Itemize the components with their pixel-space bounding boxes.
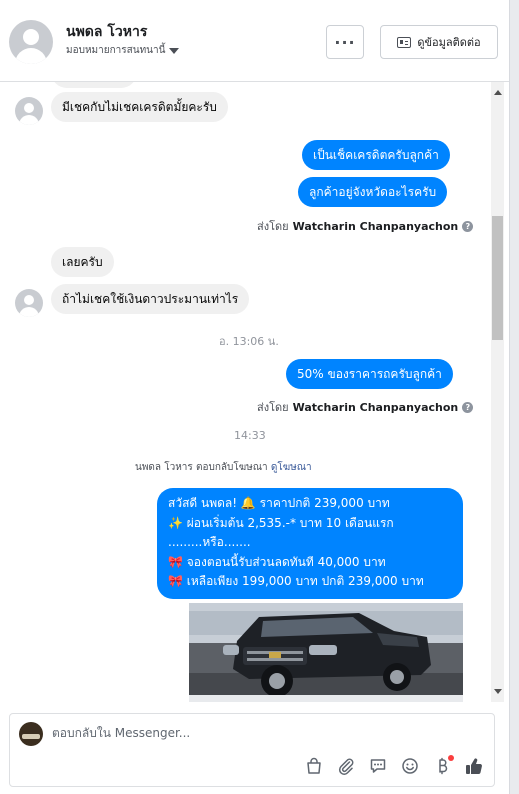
emoji-icon[interactable]: [400, 756, 420, 776]
view-contact-info-button[interactable]: ดูข้อมูลติดต่อ: [380, 25, 498, 59]
timestamp: อ. 13:06 น.: [219, 335, 279, 348]
help-icon[interactable]: ?: [462, 401, 474, 413]
help-icon[interactable]: ?: [462, 220, 474, 232]
shopping-bag-icon[interactable]: [304, 756, 324, 776]
view-contact-info-label: ดูข้อมูลติดต่อ: [417, 36, 481, 49]
incoming-message: ถ้าไม่เชคใช้เงินดาวประมานเท่าไร: [51, 284, 250, 314]
sent-by-label: ส่งโดย Watcharin Chanpanyachon ?: [257, 398, 474, 416]
assign-label: มอบหมายการสนทนานี้: [66, 45, 166, 56]
outgoing-message: เป็นเช็คเครดิตครับลูกค้า: [302, 140, 450, 170]
view-ad-link[interactable]: ดูโฆษณา: [271, 462, 312, 473]
sent-by-prefix: ส่งโดย: [257, 401, 289, 414]
sender-avatar: [15, 289, 43, 317]
contact-card-icon: [397, 36, 412, 48]
incoming-message: เลยครับ: [51, 247, 114, 277]
sent-by-name: Watcharin Chanpanyachon: [292, 219, 459, 233]
sent-by-name: Watcharin Chanpanyachon: [292, 400, 459, 414]
chevron-down-icon: [169, 47, 180, 54]
pickup-truck-image[interactable]: [189, 603, 463, 702]
message-thread[interactable]: มีเชคกับไม่เชคเครดิตมั้ยคะรับ เป็นเช็คเค…: [0, 82, 491, 702]
sent-by-label: ส่งโดย Watcharin Chanpanyachon ?: [257, 217, 474, 235]
window-edge: [509, 0, 519, 794]
conversation-header: นพดล โวหาร มอบหมายการสนทนานี้ ··· ดูข้อม…: [0, 0, 509, 82]
promo-line: สวัสดี นพดล! 🔔 ราคาปกติ 239,000 บาท: [168, 496, 390, 510]
notification-dot: [448, 755, 454, 761]
promo-line: 🎀 เหลือเพียง 199,000 บาท ปกติ 239,000 บา…: [168, 574, 424, 588]
payment-icon[interactable]: [432, 755, 454, 776]
contact-name[interactable]: นพดล โวหาร: [66, 21, 147, 43]
promo-message: สวัสดี นพดล! 🔔 ราคาปกติ 239,000 บาท ✨ ผ่…: [157, 488, 463, 599]
timestamp: 14:33: [234, 429, 266, 442]
thread-scrollbar[interactable]: [491, 82, 504, 702]
reply-input[interactable]: [52, 726, 472, 740]
incoming-message: มีเชคกับไม่เชคเครดิตมั้ยคะรับ: [51, 92, 228, 122]
more-icon: ···: [334, 32, 356, 52]
composer-toolbar: [304, 755, 484, 776]
thumbs-up-icon[interactable]: [464, 756, 484, 776]
promo-line: 🎀 จองตอนนี้รับส่วนลดทันที 40,000 บาท: [168, 554, 386, 569]
previous-message-bubble: [51, 82, 137, 88]
scroll-down-arrow[interactable]: [494, 689, 502, 694]
outgoing-message: 50% ของราคารถครับลูกค้า: [286, 359, 453, 389]
messenger-panel: นพดล โวหาร มอบหมายการสนทนานี้ ··· ดูข้อม…: [0, 0, 509, 794]
promo-line: ✨ ผ่อนเริ่มต้น 2,535.-* บาท 10 เดือนแรก: [168, 515, 394, 530]
promo-line: .........หรือ.......: [168, 535, 251, 549]
saved-replies-icon[interactable]: [368, 756, 388, 776]
scroll-thumb[interactable]: [492, 216, 503, 340]
contact-avatar[interactable]: [9, 20, 53, 64]
sent-by-prefix: ส่งโดย: [257, 220, 289, 233]
more-options-button[interactable]: ···: [326, 25, 364, 59]
assign-conversation-dropdown[interactable]: มอบหมายการสนทนานี้: [66, 43, 180, 58]
ad-reply-prefix: นพดล โวหาร ตอบกลับโฆษณา: [135, 462, 268, 473]
sender-avatar: [15, 97, 43, 125]
scroll-up-arrow[interactable]: [494, 90, 502, 95]
ad-reply-note: นพดล โวหาร ตอบกลับโฆษณา ดูโฆษณา: [135, 460, 312, 475]
reply-composer: [9, 713, 495, 787]
page-avatar: [19, 722, 43, 746]
outgoing-message: ลูกค้าอยู่จังหวัดอะไรครับ: [298, 177, 448, 207]
attachment-icon[interactable]: [336, 756, 356, 776]
